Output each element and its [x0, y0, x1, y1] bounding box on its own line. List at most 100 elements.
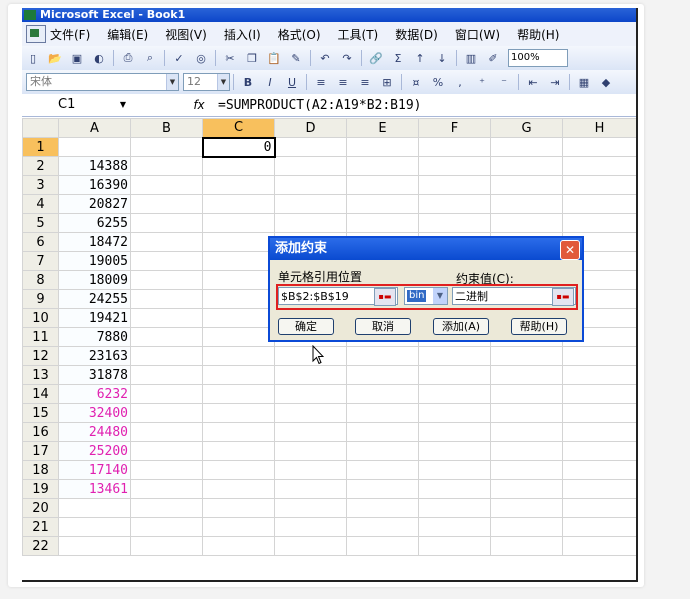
cell[interactable] [274, 365, 347, 385]
cell[interactable] [274, 137, 347, 157]
cell[interactable] [490, 422, 563, 442]
row-header[interactable]: 3 [22, 175, 59, 195]
cell[interactable] [562, 403, 636, 423]
cell[interactable] [346, 479, 419, 499]
cell[interactable] [202, 251, 275, 271]
cell[interactable] [418, 175, 491, 195]
cell[interactable] [130, 384, 203, 404]
cell[interactable] [562, 441, 636, 461]
menu-tools[interactable]: 工具(T) [338, 26, 379, 43]
cell[interactable] [130, 289, 203, 309]
cell[interactable] [130, 232, 203, 252]
merge-center-icon[interactable]: ⊞ [378, 73, 396, 91]
open-icon[interactable]: 📂 [46, 49, 64, 67]
cell[interactable] [274, 194, 347, 214]
cell[interactable] [346, 403, 419, 423]
percent-button[interactable]: % [429, 73, 447, 91]
cell[interactable] [274, 441, 347, 461]
italic-button[interactable]: I [261, 73, 279, 91]
cell[interactable] [562, 156, 636, 176]
cell[interactable] [130, 308, 203, 328]
row-header[interactable]: 9 [22, 289, 59, 309]
cell[interactable] [562, 479, 636, 499]
cell[interactable] [274, 403, 347, 423]
cell[interactable] [202, 346, 275, 366]
cell[interactable] [418, 384, 491, 404]
cell[interactable] [418, 403, 491, 423]
cell[interactable] [202, 422, 275, 442]
cell[interactable] [418, 346, 491, 366]
row-header[interactable]: 5 [22, 213, 59, 233]
row-header[interactable]: 2 [22, 156, 59, 176]
cell[interactable] [562, 365, 636, 385]
column-header-b[interactable]: B [130, 118, 203, 138]
cell[interactable] [202, 517, 275, 537]
cell[interactable] [202, 441, 275, 461]
cell[interactable] [562, 384, 636, 404]
cell[interactable] [130, 536, 203, 556]
cell[interactable] [274, 498, 347, 518]
cell[interactable] [490, 384, 563, 404]
cell[interactable] [130, 156, 203, 176]
comma-style-icon[interactable]: , [451, 73, 469, 91]
cell[interactable] [346, 156, 419, 176]
cell[interactable] [346, 517, 419, 537]
menu-help[interactable]: 帮助(H) [517, 26, 559, 43]
cell[interactable] [490, 346, 563, 366]
align-right-icon[interactable]: ≡ [356, 73, 374, 91]
cell[interactable] [130, 270, 203, 290]
cell[interactable] [274, 517, 347, 537]
cell-a[interactable] [58, 517, 131, 537]
row-header[interactable]: 1 [22, 137, 59, 157]
cell[interactable] [130, 460, 203, 480]
print-preview-icon[interactable]: ⌕ [141, 49, 159, 67]
row-header[interactable]: 14 [22, 384, 59, 404]
cell-a[interactable] [58, 536, 131, 556]
cell[interactable] [562, 517, 636, 537]
cell-a[interactable]: 31878 [58, 365, 131, 385]
format-painter-icon[interactable]: ✎ [287, 49, 305, 67]
cell-a[interactable]: 19005 [58, 251, 131, 271]
document-icon[interactable] [26, 25, 46, 43]
align-center-icon[interactable]: ≡ [334, 73, 352, 91]
ok-button[interactable]: 确定 [278, 318, 334, 335]
menu-file[interactable]: 文件(F) [50, 26, 90, 43]
bold-button[interactable]: B [239, 73, 257, 91]
cell[interactable] [130, 346, 203, 366]
cell[interactable] [346, 175, 419, 195]
cell[interactable] [130, 213, 203, 233]
cell[interactable] [418, 137, 491, 157]
cell[interactable] [346, 194, 419, 214]
cell[interactable] [130, 137, 203, 157]
row-header[interactable]: 12 [22, 346, 59, 366]
row-header[interactable]: 6 [22, 232, 59, 252]
cell[interactable] [562, 137, 636, 157]
help-button[interactable]: 帮助(H) [511, 318, 567, 335]
cell[interactable] [202, 232, 275, 252]
close-button[interactable]: ✕ [560, 240, 580, 260]
cell[interactable] [130, 403, 203, 423]
cell[interactable] [562, 213, 636, 233]
cell-a[interactable]: 6232 [58, 384, 131, 404]
cell[interactable] [202, 536, 275, 556]
cell[interactable] [490, 137, 563, 157]
font-name-box[interactable]: 宋体 ▼ [26, 73, 179, 91]
row-header[interactable]: 19 [22, 479, 59, 499]
cell[interactable] [418, 422, 491, 442]
cell[interactable] [562, 175, 636, 195]
collapse-dialog-icon[interactable]: ▪▬ [552, 288, 574, 306]
cell[interactable] [202, 156, 275, 176]
cell[interactable] [490, 460, 563, 480]
cell[interactable] [346, 441, 419, 461]
cell-a[interactable]: 16390 [58, 175, 131, 195]
cell[interactable] [418, 156, 491, 176]
cell-a[interactable]: 13461 [58, 479, 131, 499]
column-header-d[interactable]: D [274, 118, 347, 138]
row-header[interactable]: 8 [22, 270, 59, 290]
cell[interactable] [346, 384, 419, 404]
undo-icon[interactable]: ↶ [316, 49, 334, 67]
add-button[interactable]: 添加(A) [433, 318, 489, 335]
cell[interactable] [202, 270, 275, 290]
font-size-box[interactable]: 12 ▼ [183, 73, 230, 91]
copy-icon[interactable]: ❐ [243, 49, 261, 67]
